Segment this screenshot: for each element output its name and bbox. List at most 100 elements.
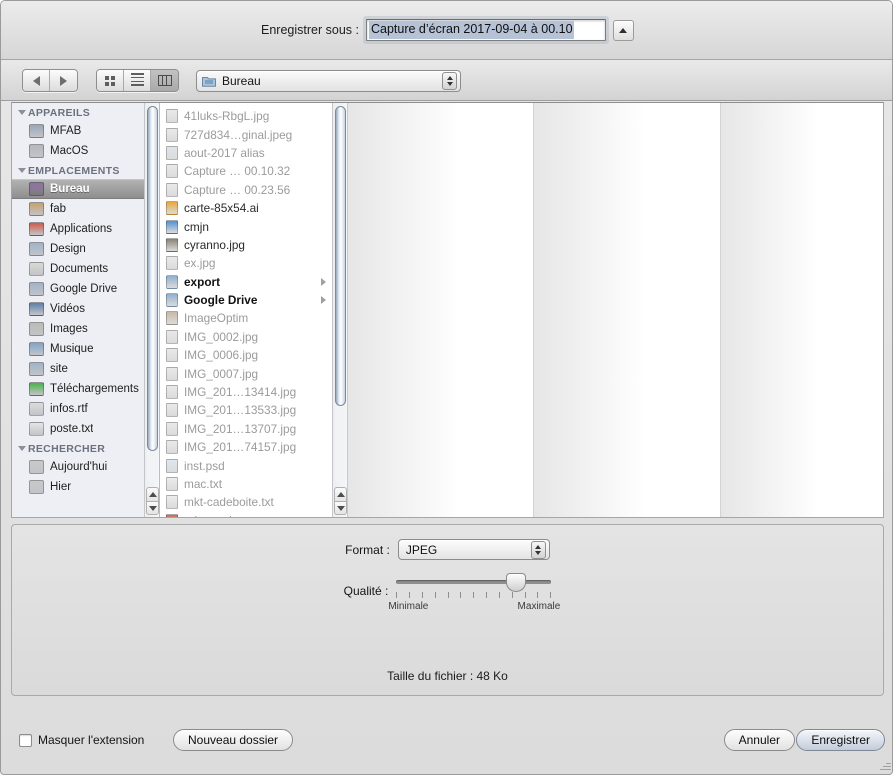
quality-slider[interactable]: Minimale Maximale [388, 573, 560, 612]
hide-extension-checkbox[interactable]: Masquer l'extension [19, 733, 144, 747]
file-name: Capture … 00.10.32 [184, 164, 291, 179]
file-list-item[interactable]: 41luks-RbgL.jpg [160, 107, 331, 125]
filename-input[interactable]: Capture d’écran 2017-09-04 à 00.10 [365, 19, 606, 41]
photoshop-droplet-icon [166, 219, 178, 234]
file-column-3[interactable] [534, 103, 721, 517]
disclosure-triangle-icon [18, 168, 26, 173]
sidebar-scrollbar[interactable] [144, 103, 159, 517]
sidebar-item-vid-os[interactable]: Vidéos [12, 299, 159, 319]
file-list-item[interactable]: IMG_0006.jpg [160, 346, 331, 364]
jpeg-file-icon [166, 421, 178, 436]
sidebar-group-label: APPAREILS [28, 107, 91, 119]
file-list-item[interactable]: relax.psd [160, 512, 331, 517]
scroll-up-button[interactable] [334, 487, 347, 501]
sidebar-item-label: Bureau [50, 183, 90, 195]
file-list-item[interactable]: aout-2017 alias [160, 144, 331, 162]
sidebar-item-mfab[interactable]: MFAB [12, 121, 159, 141]
sidebar: APPAREILS MFAB MacOS EMPLACEMENTS Bureau fab A… [12, 103, 160, 517]
sidebar-item-applications[interactable]: Applications [12, 219, 159, 239]
path-stepper-icon[interactable] [442, 71, 457, 90]
sidebar-item-macos[interactable]: MacOS [12, 141, 159, 161]
sidebar-item-t-l-chargements[interactable]: Téléchargements [12, 379, 159, 399]
file-list-item[interactable]: Capture … 00.23.56 [160, 181, 331, 199]
file-list-item[interactable]: ImageOptim [160, 309, 331, 327]
file-list-item[interactable]: 727d834…ginal.jpeg [160, 125, 331, 143]
file-column-2[interactable] [348, 103, 534, 517]
sidebar-item-label: Design [50, 243, 86, 255]
sidebar-item-google-drive[interactable]: Google Drive [12, 279, 159, 299]
export-options-pane: Format : JPEG Qualité : Minimale Maximal… [11, 524, 884, 696]
format-popup-button[interactable]: JPEG [397, 539, 550, 560]
hide-extension-label: Masquer l'extension [38, 733, 145, 747]
sidebar-item-bureau[interactable]: Bureau [12, 179, 159, 199]
scrollbar-arrows[interactable] [146, 487, 159, 515]
file-list-item[interactable]: IMG_201…13707.jpg [160, 420, 331, 438]
triangle-down-icon [148, 505, 157, 511]
format-stepper-icon[interactable] [530, 540, 546, 559]
file-list-item[interactable]: mkt-cadeboite.txt [160, 493, 331, 511]
scroll-down-button[interactable] [334, 501, 347, 515]
resize-grip-icon[interactable] [879, 759, 891, 771]
quality-min-label: Minimale [388, 601, 429, 612]
triangle-up-icon [619, 27, 628, 33]
sidebar-item-images[interactable]: Images [12, 319, 159, 339]
expand-dialog-button[interactable] [612, 19, 634, 41]
scroll-up-button[interactable] [146, 487, 159, 501]
file-list-item[interactable]: export [160, 273, 331, 291]
view-column-button[interactable] [151, 70, 178, 91]
file-list-item[interactable]: IMG_201…13414.jpg [160, 383, 331, 401]
file-list-item[interactable]: IMG_201…13533.jpg [160, 401, 331, 419]
file-list-item[interactable]: cmjn [160, 217, 331, 235]
save-button[interactable]: Enregistrer [796, 729, 885, 751]
scroll-down-button[interactable] [146, 501, 159, 515]
file-list: 41luks-RbgL.jpg 727d834…ginal.jpeg aout-20… [160, 103, 331, 517]
cancel-button[interactable]: Annuler [723, 729, 795, 751]
home-icon [29, 202, 44, 216]
sidebar-group-header[interactable]: APPAREILS [12, 103, 159, 121]
sidebar-item-poste-txt[interactable]: poste.txt [12, 419, 159, 439]
sidebar-item-musique[interactable]: Musique [12, 339, 159, 359]
checkbox-box[interactable] [19, 733, 32, 747]
file-list-item[interactable]: IMG_201…74157.jpg [160, 438, 331, 456]
back-button[interactable] [23, 70, 50, 91]
slider-labels: Minimale Maximale [388, 601, 560, 612]
file-list-item[interactable]: mac.txt [160, 475, 331, 493]
file-list-item[interactable]: ex.jpg [160, 254, 331, 272]
scrollbar-thumb[interactable] [335, 106, 346, 406]
sidebar-item-fab[interactable]: fab [12, 199, 159, 219]
sidebar-item-hier[interactable]: Hier [12, 477, 159, 497]
path-popup-button[interactable]: Bureau [196, 69, 461, 92]
file-name: IMG_0002.jpg [184, 329, 259, 344]
slider-thumb[interactable] [505, 573, 526, 592]
triangle-up-icon [148, 492, 157, 497]
view-list-button[interactable] [124, 70, 151, 91]
file-list-item[interactable]: carte-85x54.ai [160, 199, 331, 217]
file-list-scrollbar[interactable] [332, 103, 347, 517]
file-list-item[interactable]: Google Drive [160, 291, 331, 309]
view-icon-button[interactable] [97, 70, 124, 91]
scrollbar-arrows[interactable] [334, 487, 347, 515]
file-list-item[interactable]: inst.psd [160, 456, 331, 474]
sidebar-item-design[interactable]: Design [12, 239, 159, 259]
file-column-4[interactable] [721, 103, 883, 517]
sidebar-group-header[interactable]: EMPLACEMENTS [12, 161, 159, 179]
jpeg-file-icon [166, 348, 178, 363]
file-name: Capture … 00.23.56 [184, 182, 291, 197]
sidebar-item-site[interactable]: site [12, 359, 159, 379]
sidebar-item-aujourd-hui[interactable]: Aujourd'hui [12, 457, 159, 477]
sidebar-item-infos-rtf[interactable]: infos.rtf [12, 399, 159, 419]
forward-button[interactable] [50, 70, 77, 91]
sidebar-group-header[interactable]: RECHERCHER [12, 439, 159, 457]
file-list-item[interactable]: cyranno.jpg [160, 236, 331, 254]
sidebar-item-documents[interactable]: Documents [12, 259, 159, 279]
file-list-item[interactable]: IMG_0002.jpg [160, 328, 331, 346]
file-list-item[interactable]: IMG_0007.jpg [160, 364, 331, 382]
image-preview-icon [166, 237, 178, 252]
slider-track[interactable] [396, 580, 552, 584]
jpeg-file-icon [166, 256, 178, 271]
file-name: cmjn [184, 219, 209, 234]
new-folder-button[interactable]: Nouveau dossier [173, 729, 294, 751]
clock-icon [29, 460, 44, 474]
file-list-item[interactable]: Capture … 00.10.32 [160, 162, 331, 180]
scrollbar-thumb[interactable] [147, 106, 158, 451]
